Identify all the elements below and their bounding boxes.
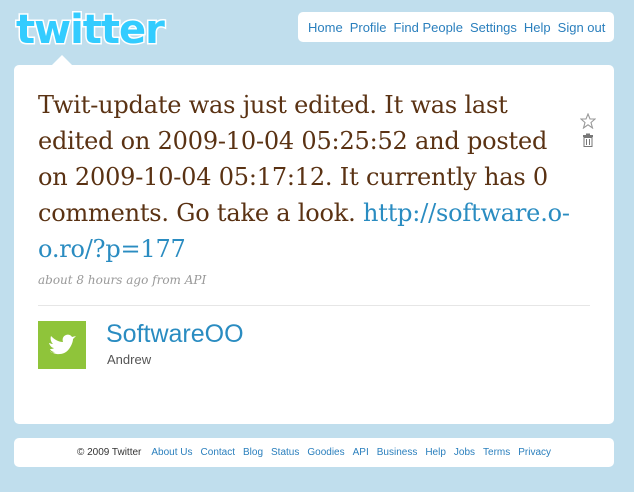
top-navigation: Home Profile Find People Settings Help S… <box>298 12 614 42</box>
tweet-panel: Twit-update was just edited. It was last… <box>14 55 614 424</box>
footer-privacy[interactable]: Privacy <box>518 447 551 458</box>
nav-find-people[interactable]: Find People <box>394 20 463 35</box>
footer-jobs[interactable]: Jobs <box>454 447 475 458</box>
footer-status[interactable]: Status <box>271 447 299 458</box>
bird-icon <box>38 321 86 369</box>
nav-profile[interactable]: Profile <box>350 20 387 35</box>
favorite-star-icon[interactable] <box>580 113 596 129</box>
user-avatar[interactable] <box>38 321 86 369</box>
logo-text: twitter <box>16 7 165 51</box>
nav-settings[interactable]: Settings <box>470 20 517 35</box>
divider <box>38 305 590 306</box>
tweet-actions <box>580 113 600 147</box>
panel-notch <box>52 55 72 65</box>
footer-help[interactable]: Help <box>425 447 446 458</box>
footer-copyright: © 2009 Twitter <box>76 447 142 458</box>
footer-blog[interactable]: Blog <box>243 447 263 458</box>
nav-home[interactable]: Home <box>308 20 343 35</box>
footer-api[interactable]: API <box>353 447 369 458</box>
tweet-meta: about 8 hours ago from API <box>38 273 206 287</box>
footer-goodies[interactable]: Goodies <box>307 447 344 458</box>
footer-contact[interactable]: Contact <box>201 447 235 458</box>
footer-terms[interactable]: Terms <box>483 447 510 458</box>
footer: © 2009 Twitter About Us Contact Blog Sta… <box>14 438 614 467</box>
delete-trash-icon[interactable] <box>581 133 595 147</box>
user-screen-name[interactable]: SoftwareOO <box>106 320 244 349</box>
tweet-text: Twit-update was just edited. It was last… <box>38 87 578 267</box>
tweet-source: from API <box>152 273 207 287</box>
user-real-name: Andrew <box>107 352 152 367</box>
nav-sign-out[interactable]: Sign out <box>558 20 606 35</box>
page: twitter Home Profile Find People Setting… <box>0 0 634 492</box>
footer-about-us[interactable]: About Us <box>151 447 192 458</box>
footer-business[interactable]: Business <box>377 447 418 458</box>
twitter-logo[interactable]: twitter <box>14 7 174 51</box>
nav-help[interactable]: Help <box>524 20 551 35</box>
tweet-timestamp[interactable]: about 8 hours ago <box>38 273 148 287</box>
